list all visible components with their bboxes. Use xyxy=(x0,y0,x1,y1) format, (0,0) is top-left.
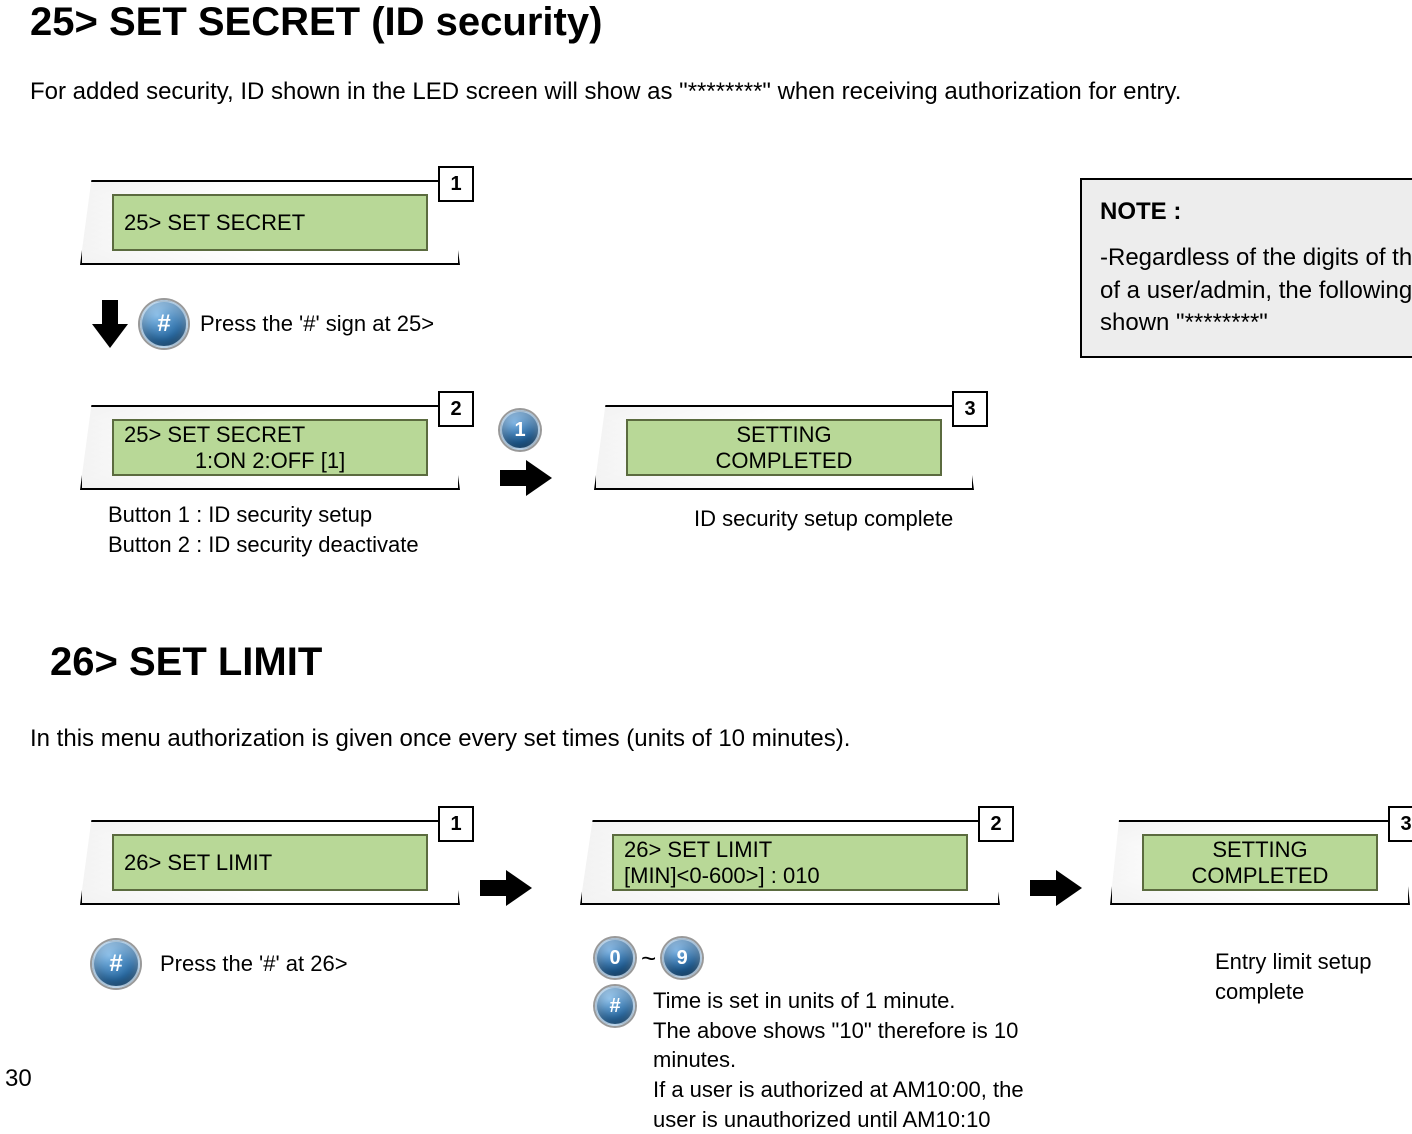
press-hash-caption-26: Press the '#' at 26> xyxy=(160,949,348,979)
lcd-line2: COMPLETED xyxy=(1192,863,1329,889)
note-title: NOTE : xyxy=(1100,196,1412,228)
step2-caption-line2: Button 2 : ID security deactivate xyxy=(108,530,460,560)
lcd-line2: COMPLETED xyxy=(716,448,853,474)
hash-key-icon: # xyxy=(92,940,140,988)
lcd-line1: SETTING xyxy=(736,422,831,448)
lcd-line2: 1:ON 2:OFF [1] xyxy=(124,448,416,474)
device-26-step1: 26> SET LIMIT 1 xyxy=(80,820,460,905)
device-25-step3: SETTING COMPLETED 3 xyxy=(594,405,974,490)
arrow-right-icon xyxy=(480,870,532,906)
section-26-heading: 26> SET LIMIT xyxy=(50,640,322,685)
lcd-text: 25> SET SECRET xyxy=(124,210,416,236)
arrow-right-icon xyxy=(500,460,552,496)
arrow-right-icon xyxy=(1030,870,1082,906)
device-25-step1: 25> SET SECRET 1 xyxy=(80,180,460,265)
arrow-down-icon xyxy=(92,300,128,348)
section-26-intro: In this menu authorization is given once… xyxy=(30,725,850,753)
step-badge: 3 xyxy=(1388,806,1412,842)
step2-caption-line1: Button 1 : ID security setup xyxy=(108,500,460,530)
digit-1-key-icon: 1 xyxy=(500,410,540,450)
note-box: NOTE : -Regardless of the digits of the … xyxy=(1080,178,1412,358)
step3-caption-26: Entry limit setup complete xyxy=(1215,947,1412,1006)
digit-9-key-icon: 9 xyxy=(662,938,702,978)
lcd-line1: 25> SET SECRET xyxy=(124,422,416,448)
step-badge: 2 xyxy=(978,806,1014,842)
section-25-intro: For added security, ID shown in the LED … xyxy=(30,78,1181,106)
tilde-icon: ~ xyxy=(641,943,656,974)
section-25-heading: 25> SET SECRET (ID security) xyxy=(30,0,602,45)
press-hash-caption-25: Press the '#' sign at 25> xyxy=(200,309,434,339)
lcd-line1: SETTING xyxy=(1212,837,1307,863)
step3-caption-25: ID security setup complete xyxy=(694,504,974,534)
hash-key-icon: # xyxy=(595,986,635,1026)
page-number: 30 xyxy=(5,1065,32,1093)
device-26-step2: 26> SET LIMIT [MIN]<0-600>] : 010 2 xyxy=(580,820,1000,905)
step-badge: 2 xyxy=(438,391,474,427)
hash-key-icon: # xyxy=(140,300,188,348)
step2-caption-26: Time is set in units of 1 minute. The ab… xyxy=(653,986,1053,1134)
note-body: -Regardless of the digits of the ID of a… xyxy=(1100,242,1412,339)
device-25-step2: 25> SET SECRET 1:ON 2:OFF [1] 2 xyxy=(80,405,460,490)
step-badge: 3 xyxy=(952,391,988,427)
lcd-text: 26> SET LIMIT xyxy=(124,850,416,876)
lcd-line1: 26> SET LIMIT xyxy=(624,837,956,863)
digit-0-key-icon: 0 xyxy=(595,938,635,978)
step-badge: 1 xyxy=(438,806,474,842)
step-badge: 1 xyxy=(438,166,474,202)
device-26-step3: SETTING COMPLETED 3 xyxy=(1110,820,1410,905)
lcd-line2: [MIN]<0-600>] : 010 xyxy=(624,863,956,889)
